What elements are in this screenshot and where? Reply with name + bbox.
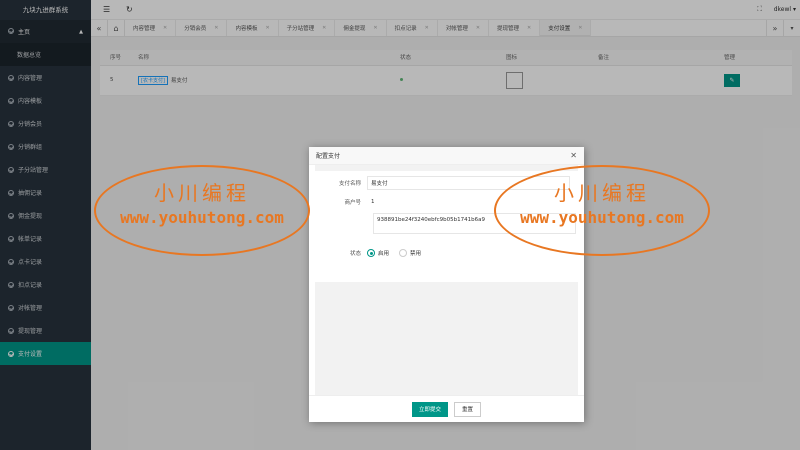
close-icon[interactable]: ✕ (570, 151, 577, 160)
field-label: 支付名称 (338, 181, 361, 187)
watermark-stamp: 小川编程 www.youhutong.com (494, 165, 710, 256)
modal-backdrop (0, 0, 91, 450)
watermark-en: www.youhutong.com (120, 208, 284, 227)
status-disable-radio[interactable]: 禁用 (399, 249, 421, 257)
field-label: 商户号 (344, 200, 361, 206)
modal-header: 配置支付 ✕ (309, 147, 584, 165)
submit-button[interactable]: 立即提交 (411, 401, 448, 417)
radio-label: 启用 (378, 251, 390, 257)
radio-label: 禁用 (410, 251, 422, 257)
watermark-cn: 小川编程 (554, 181, 650, 205)
status-enable-radio[interactable]: 启用 (367, 249, 389, 257)
field-label: 状态 (349, 251, 361, 257)
modal-backdrop (91, 0, 800, 37)
watermark-en: www.youhutong.com (520, 208, 684, 227)
reset-button[interactable]: 重置 (454, 401, 482, 417)
modal-title: 配置支付 (316, 153, 341, 160)
watermark-cn: 小川编程 (154, 181, 250, 205)
radio-checked-icon (367, 249, 375, 257)
radio-unchecked-icon (399, 249, 408, 257)
modal-footer: 立即提交 重置 (309, 395, 584, 422)
form-row-status: 状态 启用 禁用 (315, 249, 431, 257)
watermark-stamp: 小川编程 www.youhutong.com (94, 165, 310, 256)
